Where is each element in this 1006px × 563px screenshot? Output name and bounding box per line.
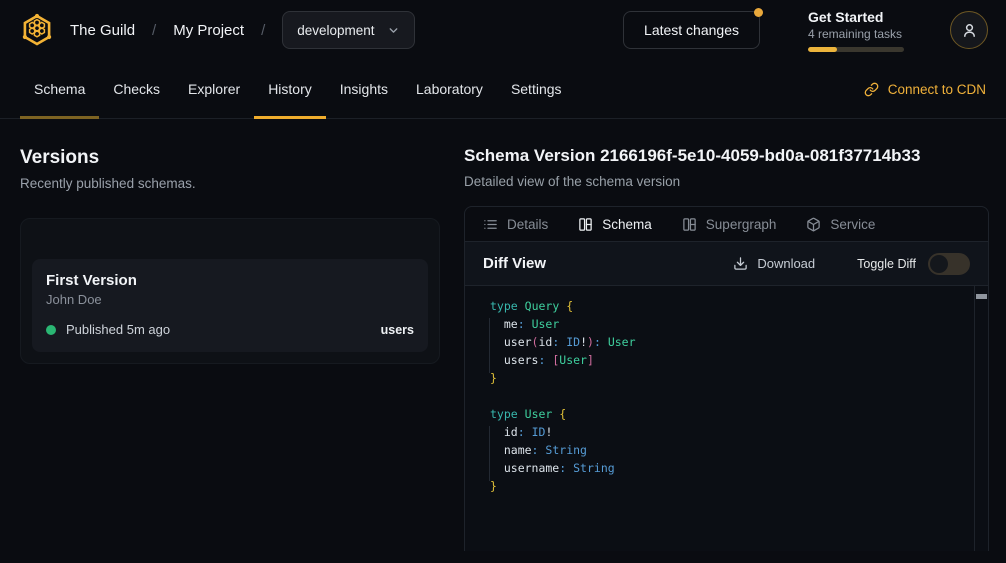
download-button[interactable]: Download xyxy=(733,256,815,271)
code-lines: type Query { me: User user(id: ID!): Use… xyxy=(490,297,974,495)
toggle-diff-switch[interactable] xyxy=(928,253,970,275)
versions-subtitle: Recently published schemas. xyxy=(20,176,440,191)
schema-version-title: Schema Version 2166196f-5e10-4059-bd0a-0… xyxy=(464,146,989,166)
link-icon xyxy=(864,82,879,97)
progress-fill xyxy=(808,47,837,52)
vertical-scrollbar[interactable] xyxy=(974,286,988,551)
target-selector-dropdown[interactable]: development xyxy=(282,11,414,49)
list-icon xyxy=(483,217,498,232)
service-badge: users xyxy=(381,323,414,337)
org-name[interactable]: The Guild xyxy=(70,22,135,39)
chevron-down-icon xyxy=(387,24,400,37)
code-line: id: ID! xyxy=(490,423,974,441)
download-icon xyxy=(733,256,748,271)
user-icon xyxy=(961,22,978,39)
nav-tab-schema[interactable]: Schema xyxy=(20,60,99,118)
get-started-widget[interactable]: Get Started 4 remaining tasks xyxy=(808,8,904,52)
code-line xyxy=(490,387,974,405)
hive-logo-icon xyxy=(18,12,56,48)
top-header: The Guild / My Project / development Lat… xyxy=(0,0,1006,60)
versions-list-card: First Version John Doe Published 5m ago … xyxy=(20,218,440,364)
target-nav-bar: Schema Checks Explorer History Insights … xyxy=(0,60,1006,119)
diff-view-title: Diff View xyxy=(483,255,546,272)
cube-icon xyxy=(806,217,821,232)
nav-tab-laboratory[interactable]: Laboratory xyxy=(402,60,497,118)
diff-view-header: Diff View Download Toggle Diff xyxy=(465,242,988,286)
target-selector-value: development xyxy=(297,23,374,38)
detail-tab-schema[interactable]: Schema xyxy=(578,217,652,232)
nav-tab-history[interactable]: History xyxy=(254,60,326,118)
schema-version-panel: Schema Version 2166196f-5e10-4059-bd0a-0… xyxy=(464,146,989,551)
code-line: } xyxy=(490,369,974,387)
indent-guide xyxy=(489,426,490,481)
code-line: name: String xyxy=(490,441,974,459)
schema-version-subtitle: Detailed view of the schema version xyxy=(464,174,989,189)
published-status-text: Published 5m ago xyxy=(66,322,170,337)
version-name: First Version xyxy=(46,272,414,289)
main-content: Versions Recently published schemas. Fir… xyxy=(0,119,1006,551)
columns-icon xyxy=(578,217,593,232)
version-author: John Doe xyxy=(46,292,414,307)
versions-title: Versions xyxy=(20,146,440,170)
version-list-item[interactable]: First Version John Doe Published 5m ago … xyxy=(32,259,428,352)
notification-dot xyxy=(754,8,763,17)
latest-changes-button[interactable]: Latest changes xyxy=(623,11,760,49)
code-line: } xyxy=(490,477,974,495)
nav-tab-insights[interactable]: Insights xyxy=(326,60,402,118)
breadcrumb-separator: / xyxy=(152,22,156,39)
detail-tab-service[interactable]: Service xyxy=(806,217,875,232)
hive-logo-link[interactable]: The Guild xyxy=(18,12,135,48)
connect-to-cdn-link[interactable]: Connect to CDN xyxy=(864,60,986,118)
user-avatar-button[interactable] xyxy=(950,11,988,49)
detail-tab-bar: Details Schema Sup xyxy=(465,207,988,242)
columns-icon xyxy=(682,217,697,232)
schema-version-card: Details Schema Sup xyxy=(464,206,989,551)
code-line: me: User xyxy=(490,315,974,333)
get-started-remaining-tasks: 4 remaining tasks xyxy=(808,26,904,42)
latest-changes-label: Latest changes xyxy=(644,22,739,38)
scrollbar-thumb[interactable] xyxy=(976,294,987,299)
tab-underline-active xyxy=(254,116,326,119)
detail-tab-details[interactable]: Details xyxy=(483,217,548,232)
indent-guide xyxy=(489,318,490,373)
code-line: type Query { xyxy=(490,297,974,315)
code-line: username: String xyxy=(490,459,974,477)
project-name-link[interactable]: My Project xyxy=(173,22,244,39)
versions-panel: Versions Recently published schemas. Fir… xyxy=(0,146,464,551)
nav-tab-explorer[interactable]: Explorer xyxy=(174,60,254,118)
toggle-diff-label: Toggle Diff xyxy=(857,257,916,271)
get-started-progress-bar xyxy=(808,47,904,52)
nav-tab-settings[interactable]: Settings xyxy=(497,60,576,118)
tab-underline xyxy=(20,116,99,119)
code-line: user(id: ID!): User xyxy=(490,333,974,351)
breadcrumb-separator: / xyxy=(261,22,265,39)
nav-tab-checks[interactable]: Checks xyxy=(99,60,174,118)
detail-tab-supergraph[interactable]: Supergraph xyxy=(682,217,777,232)
switch-knob xyxy=(930,255,948,273)
code-line: type User { xyxy=(490,405,974,423)
get-started-title: Get Started xyxy=(808,8,904,26)
schema-code-viewer[interactable]: type Query { me: User user(id: ID!): Use… xyxy=(465,286,988,551)
published-status-dot xyxy=(46,325,56,335)
code-line: users: [User] xyxy=(490,351,974,369)
